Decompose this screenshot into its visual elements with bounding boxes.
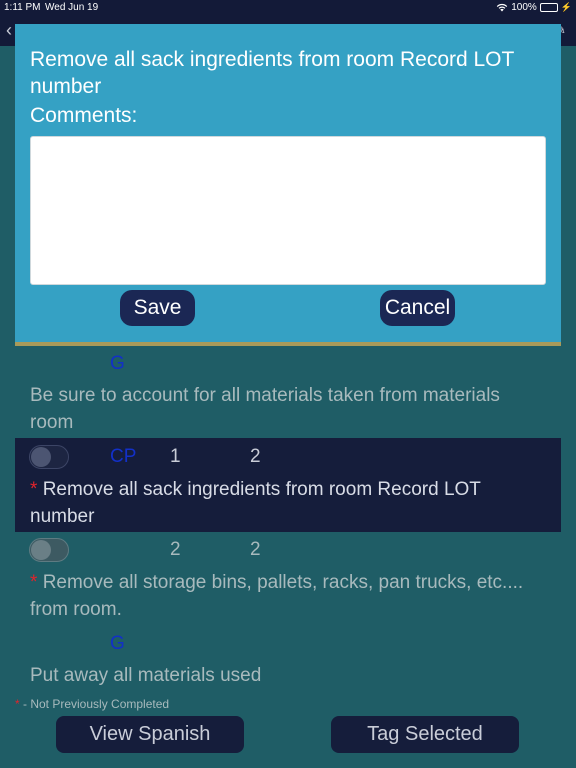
comments-dialog: Remove all sack ingredients from room Re… bbox=[15, 24, 561, 346]
status-date: Wed Jun 19 bbox=[45, 2, 99, 13]
complete-toggle[interactable] bbox=[29, 445, 69, 469]
row-code: CP bbox=[110, 446, 137, 467]
list-item-text: Put away all materials used bbox=[30, 665, 262, 686]
row-count-2: 2 bbox=[250, 446, 261, 467]
battery-icon bbox=[539, 3, 558, 12]
battery-percent: 100% bbox=[511, 2, 537, 13]
list-item-text: * Remove all sack ingredients from room … bbox=[30, 479, 481, 527]
charging-icon: ⚡ bbox=[560, 2, 572, 12]
view-spanish-button[interactable]: View Spanish bbox=[56, 716, 244, 753]
row-code: G bbox=[110, 353, 125, 374]
comments-input[interactable] bbox=[30, 136, 546, 285]
list-item-text: Be sure to account for all materials tak… bbox=[30, 385, 500, 433]
required-star: * bbox=[30, 572, 38, 593]
legend: * - Not Previously Completed bbox=[15, 697, 169, 711]
status-bar: 1:11 PM Wed Jun 19 100% ⚡ bbox=[0, 0, 576, 16]
save-button[interactable]: Save bbox=[120, 290, 195, 326]
required-star: * bbox=[30, 479, 38, 500]
comments-label: Comments: bbox=[30, 104, 138, 127]
status-time: 1:11 PM bbox=[4, 2, 41, 13]
wifi-icon bbox=[497, 3, 508, 12]
list-item-text: * Remove all storage bins, pallets, rack… bbox=[30, 572, 524, 620]
list-item-selected[interactable]: CP 1 2 * Remove all sack ingredients fro… bbox=[15, 438, 561, 532]
row-count-1: 2 bbox=[170, 539, 181, 560]
legend-text: - Not Previously Completed bbox=[19, 697, 170, 711]
tag-selected-button[interactable]: Tag Selected bbox=[331, 716, 519, 753]
row-count-2: 2 bbox=[250, 539, 261, 560]
cancel-button[interactable]: Cancel bbox=[380, 290, 455, 326]
dialog-title: Remove all sack ingredients from room Re… bbox=[30, 48, 514, 98]
back-chevron-icon[interactable]: ‹ bbox=[6, 20, 12, 41]
row-code: G bbox=[110, 633, 125, 654]
row-count-1: 1 bbox=[170, 446, 181, 467]
status-indicators: 100% ⚡ bbox=[496, 2, 572, 13]
complete-toggle[interactable] bbox=[29, 538, 69, 562]
